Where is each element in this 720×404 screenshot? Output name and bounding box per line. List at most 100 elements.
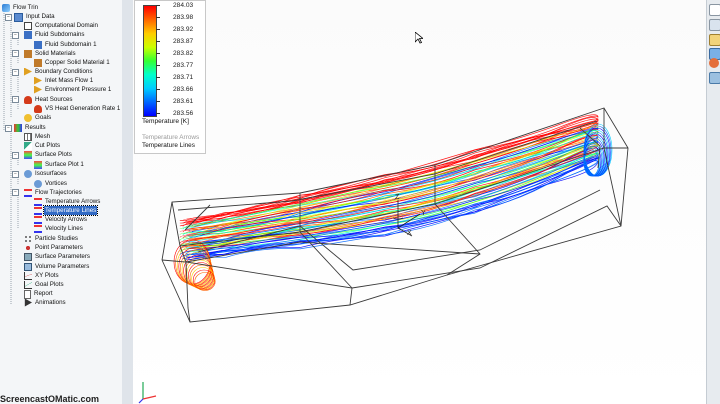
folder-icon[interactable] <box>709 34 720 46</box>
legend-tick-label: 283.98 <box>173 14 194 21</box>
pressure-icon <box>34 85 42 94</box>
tree-item-velocity-lines[interactable]: Velocity Lines <box>34 224 84 233</box>
collapse-icon[interactable]: − <box>5 14 12 21</box>
tree-item-surface-parameters[interactable]: Surface Parameters <box>24 252 91 261</box>
trajectory-icon <box>24 188 32 197</box>
inlet-flow-icon <box>34 76 42 85</box>
collapse-icon[interactable]: − <box>12 32 19 39</box>
mesh-icon <box>24 132 32 141</box>
trajectory-icon <box>34 215 42 224</box>
appearances-icon[interactable] <box>709 58 719 68</box>
solid-material-icon <box>34 58 42 67</box>
legend-tick-mark <box>156 41 160 42</box>
legend-tick-mark <box>156 77 160 78</box>
tree-item-results[interactable]: Results <box>14 123 47 132</box>
legend-tick-label: 283.87 <box>173 38 194 45</box>
tree-item-vortices[interactable]: Vortices <box>34 179 68 188</box>
tree-item-fluid-subdomains[interactable]: Fluid Subdomains <box>24 30 86 39</box>
goal-plot-icon <box>24 280 32 289</box>
animation-icon <box>24 298 32 307</box>
collapse-icon[interactable]: − <box>12 96 19 103</box>
legend-tick-mark <box>156 17 160 18</box>
tree-item-copper-solid-material-1[interactable]: Copper Solid Material 1 <box>34 58 111 67</box>
tree-item-isosurfaces[interactable]: Isosurfaces <box>24 169 68 178</box>
legend-tick-mark <box>156 65 160 66</box>
temperature-legend[interactable]: 284.03 283.98 283.92 283.87 283.82 283.77 283.… <box>134 0 206 154</box>
tree-item-temperature-lines[interactable]: Temperature Lines <box>34 205 99 216</box>
tree-item-computational-domain[interactable]: Computational Domain <box>24 21 99 30</box>
flow-simulation-icon <box>2 3 10 12</box>
tree-item-surface-plots[interactable]: Surface Plots <box>24 150 73 159</box>
collapse-icon[interactable]: − <box>12 189 19 196</box>
trajectory-icon <box>34 224 42 233</box>
tree-item-flow-trajectories[interactable]: Flow Trajectories <box>24 188 83 197</box>
tree-item-boundary-conditions[interactable]: Boundary Conditions <box>24 67 93 76</box>
tree-item-report[interactable]: Report <box>24 289 54 299</box>
tree-item-goal-plots[interactable]: Goal Plots <box>24 280 65 289</box>
legend-tick-mark <box>156 53 160 54</box>
legend-tick-label: 283.82 <box>173 50 194 57</box>
fluid-subdomain-icon <box>24 30 32 39</box>
triad-y-label: Y <box>421 210 426 217</box>
legend-option-temperature-lines[interactable]: Temperature Lines <box>142 142 195 149</box>
tree-item-volume-parameters[interactable]: Volume Parameters <box>24 262 90 271</box>
watermark: ScreencastOMatic.com <box>0 394 100 404</box>
collapse-icon[interactable]: − <box>12 50 19 57</box>
tree-item-point-parameters[interactable]: Point Parameters <box>24 243 84 252</box>
triad-z-label: Z <box>395 194 400 201</box>
legend-tick-mark <box>156 113 160 114</box>
boundary-condition-icon <box>24 67 32 76</box>
surface-parameter-icon <box>24 252 32 261</box>
flow-trajectory-scene <box>138 107 629 404</box>
heat-source-icon <box>34 104 42 113</box>
tree-item-mesh[interactable]: Mesh <box>24 132 51 141</box>
domain-box-icon <box>24 21 32 30</box>
heat-source-icon <box>24 95 32 104</box>
volume-parameter-icon <box>24 262 32 271</box>
tree-item-solid-materials[interactable]: Solid Materials <box>24 49 77 58</box>
resources-icon[interactable] <box>709 19 720 31</box>
collapse-icon[interactable]: − <box>5 125 12 132</box>
isosurface-icon <box>34 179 42 188</box>
tree-item-vs-heat-generation-rate-1[interactable]: VS Heat Generation Rate 1 <box>34 104 121 113</box>
legend-color-bar <box>143 5 157 117</box>
collapse-icon[interactable]: − <box>12 69 19 76</box>
tree-item-temperature-arrows[interactable]: Temperature Arrows <box>34 197 101 206</box>
cut-plot-icon <box>24 141 32 150</box>
tree-root[interactable]: Flow Trin <box>2 3 39 12</box>
home-icon[interactable] <box>709 4 720 16</box>
tree-item-surface-plot-1[interactable]: Surface Plot 1 <box>34 160 85 169</box>
fluid-subdomain-icon <box>34 40 42 49</box>
legend-tick-mark <box>156 5 160 6</box>
legend-tick-mark <box>156 89 160 90</box>
custom-properties-icon[interactable] <box>709 72 720 84</box>
tree-item-fluid-subdomain-1[interactable]: Fluid Subdomain 1 <box>34 40 98 49</box>
solid-material-icon <box>24 49 32 58</box>
tree-item-input-data[interactable]: Input Data <box>14 12 56 22</box>
surface-plot-icon <box>24 150 32 159</box>
legend-tick-label: 283.66 <box>173 86 194 93</box>
view-orientation-triad <box>138 382 157 404</box>
feature-tree-panel: Flow Trin − Input Data Computational Dom… <box>0 0 123 404</box>
legend-option-temperature-arrows[interactable]: Temperature Arrows <box>142 134 199 141</box>
collapse-icon[interactable]: − <box>12 171 19 178</box>
tree-item-animations[interactable]: Animations <box>24 298 67 307</box>
tree-item-goals[interactable]: Goals <box>24 113 52 122</box>
point-parameter-icon <box>24 243 32 252</box>
tree-item-heat-sources[interactable]: Heat Sources <box>24 95 74 104</box>
graphics-viewport[interactable]: X Y Z <box>133 0 706 404</box>
tree-item-xy-plots[interactable]: XY Plots <box>24 271 60 280</box>
results-icon <box>14 123 22 132</box>
tree-item-velocity-arrows[interactable]: Velocity Arrows <box>34 215 88 224</box>
tree-item-inlet-mass-flow-1[interactable]: Inlet Mass Flow 1 <box>34 76 94 85</box>
surface-plot-icon <box>34 160 42 169</box>
legend-tick-label: 283.56 <box>173 110 194 117</box>
trajectory-icon <box>34 197 42 206</box>
mouse-cursor-icon <box>415 32 423 44</box>
collapse-icon[interactable]: − <box>12 152 19 159</box>
xy-plot-icon <box>24 271 32 280</box>
tree-item-particle-studies[interactable]: Particle Studies <box>24 234 79 243</box>
tree-item-cut-plots[interactable]: Cut Plots <box>24 141 61 150</box>
legend-tick-label: 283.77 <box>173 62 194 69</box>
tree-item-environment-pressure-1[interactable]: Environment Pressure 1 <box>34 85 112 94</box>
